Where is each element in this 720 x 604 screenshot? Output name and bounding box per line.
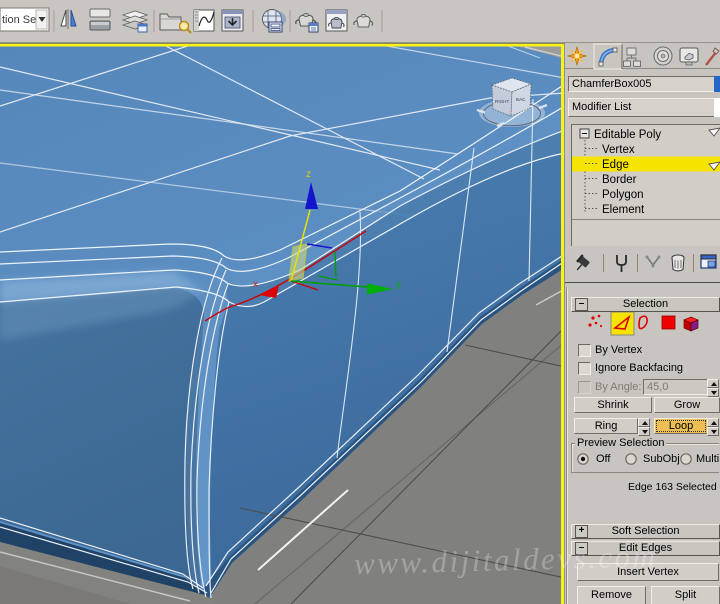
svg-text:z: z: [306, 169, 311, 180]
svg-text:y: y: [396, 279, 401, 290]
svg-text:x: x: [253, 279, 258, 290]
svg-text:Element: Element: [602, 204, 645, 216]
svg-text:tion Se: tion Se: [2, 14, 36, 26]
svg-text:RIGHT: RIGHT: [495, 99, 509, 104]
svg-text:Editable Poly: Editable Poly: [594, 129, 661, 141]
svg-text:Edge: Edge: [602, 159, 629, 171]
svg-text:Vertex: Vertex: [602, 144, 635, 156]
svg-text:BAC: BAC: [516, 97, 526, 102]
svg-text:Border: Border: [602, 174, 637, 186]
svg-text:Polygon: Polygon: [602, 189, 644, 201]
